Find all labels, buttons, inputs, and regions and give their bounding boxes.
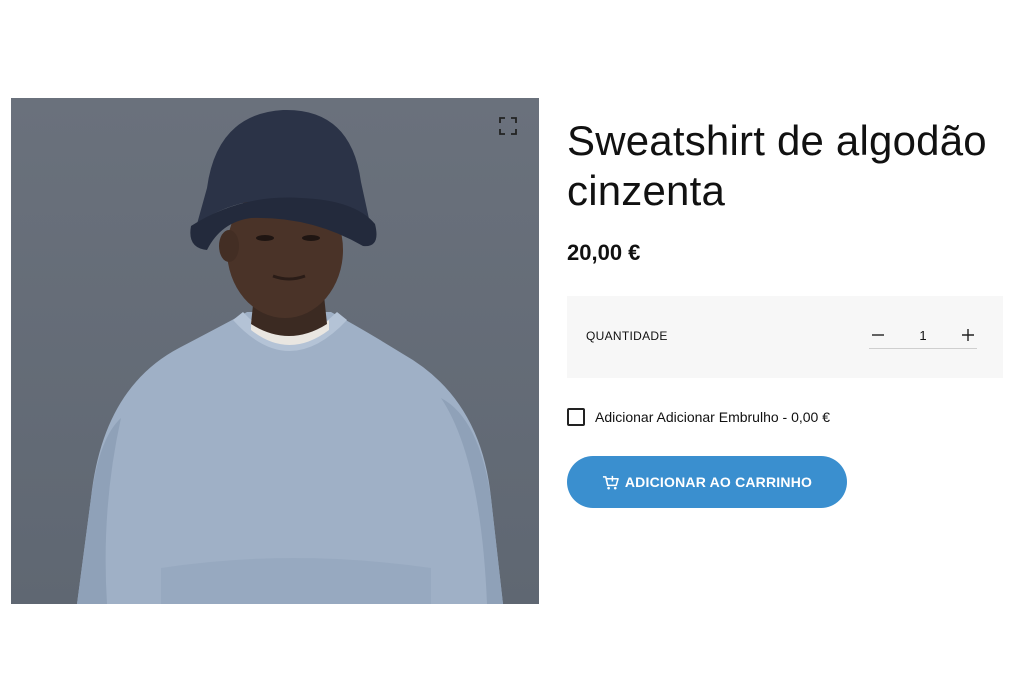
minus-icon[interactable]	[869, 326, 887, 344]
product-price: 20,00 €	[567, 240, 641, 265]
product-title: Sweatshirt de algodão cinzenta	[567, 117, 987, 214]
product-info: Sweatshirt de algodão cinzenta 20,00 € Q…	[567, 116, 1007, 508]
product-page: Sweatshirt de algodão cinzenta 20,00 € Q…	[0, 0, 1024, 690]
plus-icon[interactable]	[959, 326, 977, 344]
quantity-value[interactable]: 1	[887, 328, 959, 343]
gift-wrap-option[interactable]: Adicionar Adicionar Embrulho - 0,00 €	[567, 408, 1007, 426]
quantity-panel: QUANTIDADE 1	[567, 296, 1003, 378]
gift-wrap-label[interactable]: Adicionar Adicionar Embrulho - 0,00 €	[595, 409, 830, 425]
gift-wrap-checkbox[interactable]	[567, 408, 585, 426]
quantity-label: QUANTIDADE	[586, 329, 668, 343]
quantity-stepper[interactable]: 1	[869, 322, 977, 349]
model-photo	[77, 109, 503, 604]
cart-plus-icon	[602, 475, 619, 489]
zoom-expand-icon[interactable]	[499, 117, 517, 135]
add-to-cart-label: ADICIONAR AO CARRINHO	[624, 474, 813, 490]
product-image[interactable]	[11, 98, 539, 604]
add-to-cart-button[interactable]: ADICIONAR AO CARRINHO	[567, 456, 847, 508]
